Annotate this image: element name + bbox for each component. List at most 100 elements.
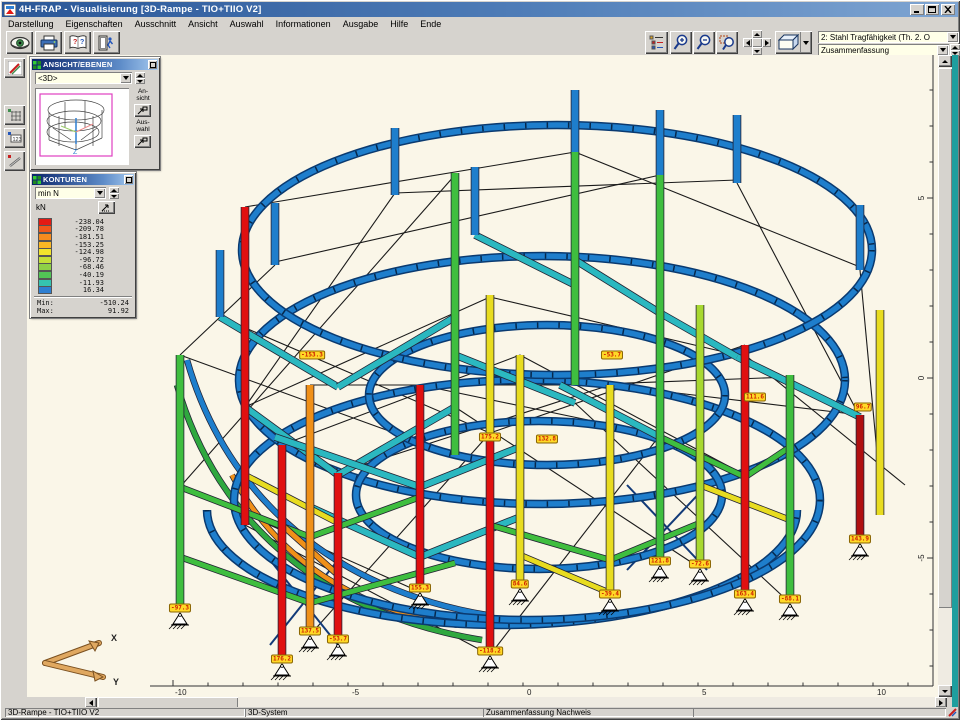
result-list-button[interactable] (645, 31, 668, 54)
menu-item-ansicht[interactable]: Ansicht (182, 18, 224, 30)
view-panel-collapse-button[interactable] (148, 60, 157, 69)
view-dropdown-button[interactable] (120, 73, 131, 83)
chevron-down-icon (940, 48, 946, 52)
close-button[interactable] (941, 4, 955, 15)
structure-drawing: -10-5051050-5 XY (27, 55, 938, 697)
workspace-edge (952, 55, 958, 708)
panel-grid-icon (33, 61, 41, 69)
vertical-scrollbar[interactable] (938, 55, 952, 697)
menu-item-auswahl[interactable]: Auswahl (224, 18, 270, 30)
layer-mesh-button[interactable] (4, 105, 25, 125)
ansicht-button[interactable] (134, 104, 151, 117)
cube-icon (778, 34, 800, 51)
title-bar[interactable]: 4H-FRAP - Visualisierung [3D-Rampe - TIO… (2, 2, 958, 17)
collapse-icon (126, 177, 132, 183)
member-force-label: -153.3 (299, 351, 325, 360)
maximize-button[interactable] (925, 4, 939, 15)
pan-right-button[interactable] (762, 38, 771, 47)
pan-control[interactable] (743, 30, 771, 55)
exit-door-icon (98, 35, 115, 51)
loadcase-dropdown-button[interactable] (947, 32, 958, 42)
window-title: 4H-FRAP - Visualisierung [3D-Rampe - TIO… (19, 4, 262, 15)
view-mode-button[interactable] (775, 31, 812, 54)
svg-text:?: ? (80, 39, 84, 46)
zoom-in-button[interactable] (670, 31, 692, 54)
pan-up-icon (754, 33, 760, 36)
menu-item-darstellung[interactable]: Darstellung (2, 18, 60, 30)
result-dropdown-button[interactable] (937, 45, 948, 55)
arrow-down-icon (111, 195, 117, 198)
pan-down-button[interactable] (752, 47, 762, 55)
pan-left-icon (746, 40, 750, 46)
beam-icon (8, 155, 22, 168)
kontur-panel: KONTUREN min N kN -238.04-209.78-181.51-… (30, 172, 136, 318)
view-panel-titlebar[interactable]: ANSICHT/EBENEN (32, 59, 158, 70)
pan-down-icon (754, 50, 760, 53)
pan-left-button[interactable] (743, 38, 752, 47)
pan-center-button[interactable] (752, 38, 762, 47)
vertical-scroll-thumb[interactable] (938, 68, 952, 608)
print-button[interactable] (35, 31, 62, 54)
model-viewport[interactable]: -10-5051050-5 XY -97.3176.2137.5-53.7155… (27, 55, 938, 697)
unit-settings-button[interactable] (98, 201, 115, 214)
member-force-label: 163.4 (734, 590, 756, 599)
kontur-panel-title: KONTUREN (43, 175, 87, 184)
minimize-button[interactable] (910, 4, 924, 15)
support-symbol (734, 599, 754, 615)
kontur-panel-titlebar[interactable]: KONTUREN (32, 174, 134, 185)
kontur-spinner[interactable] (109, 187, 119, 199)
view-preview[interactable]: Z (35, 88, 129, 165)
support-symbol (509, 589, 529, 605)
kontur-panel-collapse-button[interactable] (124, 175, 133, 184)
view-mode-dropdown[interactable] (800, 32, 811, 53)
menu-item-ausschnitt[interactable]: Ausschnitt (129, 18, 183, 30)
menu-item-ausgabe[interactable]: Ausgabe (337, 18, 385, 30)
arrow-down-icon (137, 80, 143, 83)
member-force-label: 175.2 (479, 433, 501, 442)
layer-members-button[interactable] (4, 151, 25, 171)
spinner-down-button[interactable] (109, 193, 119, 199)
kontur-combobox[interactable]: min N (35, 187, 106, 199)
member-force-label: -53.7 (601, 351, 623, 360)
chevron-down-icon (950, 35, 956, 39)
display-options-button[interactable] (6, 31, 33, 54)
menu-item-eigenschaften[interactable]: Eigenschaften (60, 18, 129, 30)
view-combobox[interactable]: <3D> (35, 72, 132, 84)
x-ruler-tick-label: 5 (702, 688, 707, 697)
zoom-window-button[interactable] (716, 31, 738, 54)
view-spinner[interactable] (135, 72, 145, 84)
legend-max-value: 91.92 (108, 307, 129, 315)
menu-item-ende[interactable]: Ende (414, 18, 447, 30)
menu-bar: DarstellungEigenschaftenAusschnittAnsich… (2, 17, 958, 30)
member-force-label: -97.3 (169, 604, 191, 613)
result-combobox-value: Zusammenfassung (818, 46, 936, 55)
ansicht-label: An-sicht (131, 89, 155, 102)
collapse-icon (150, 62, 156, 68)
scroll-down-button[interactable] (938, 685, 952, 697)
support-symbol (169, 613, 189, 629)
zoom-in-icon (673, 34, 689, 51)
exit-button[interactable] (93, 31, 120, 54)
arrow-left-icon (89, 700, 93, 706)
auswahl-label: Aus-wahl (131, 120, 155, 133)
edit-mode-button[interactable] (4, 58, 25, 78)
x-ruler-tick-label: -5 (352, 688, 360, 697)
menu-item-informationen[interactable]: Informationen (270, 18, 337, 30)
pan-up-button[interactable] (752, 30, 762, 38)
kontur-dropdown-button[interactable] (94, 188, 105, 198)
status-grip-icon (948, 708, 957, 717)
view-panel-title: ANSICHT/EBENEN (43, 60, 112, 69)
help-book-button[interactable]: ? ? (64, 31, 91, 54)
arrow-up-icon (137, 74, 143, 77)
zoom-out-button[interactable] (693, 31, 715, 54)
loadcase-combobox[interactable]: 2: Stahl Tragfähigkeit (Th. 2. O (818, 31, 959, 43)
y-ruler-tick-label: -5 (917, 554, 926, 562)
layer-values-button[interactable]: 123 (4, 128, 25, 148)
legend-swatch (38, 286, 52, 294)
scroll-up-button[interactable] (938, 55, 952, 67)
spinner-down-button[interactable] (135, 78, 145, 84)
auswahl-button[interactable] (134, 135, 151, 148)
arrow-up-icon (111, 189, 117, 192)
legend-min-row: Min:-510.24 (37, 299, 129, 307)
menu-item-hilfe[interactable]: Hilfe (384, 18, 414, 30)
